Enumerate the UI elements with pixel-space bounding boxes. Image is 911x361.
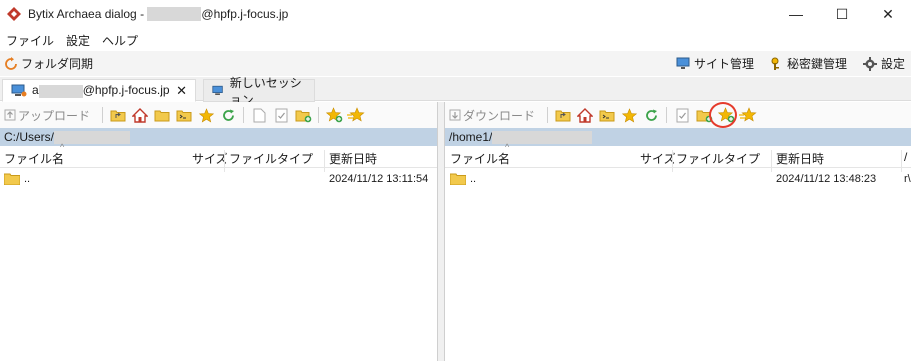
sync-icon xyxy=(5,56,17,70)
upload-label: アップロード xyxy=(18,108,91,123)
col-size[interactable]: サイズ xyxy=(640,150,676,167)
home-icon[interactable] xyxy=(131,106,149,124)
monitor-icon xyxy=(676,57,690,69)
bookmarks-icon[interactable] xyxy=(739,106,757,124)
local-path-bar[interactable]: C:/Users/ xyxy=(0,128,437,146)
local-toolbar: アップロード xyxy=(0,102,437,128)
remote-pane: ダウンロード /home1/ ^ ファイル名 サイズ ファイルタイプ 更新日時 … xyxy=(444,102,911,361)
col-name[interactable]: ファイル名 xyxy=(450,150,510,167)
col-extra[interactable]: / xyxy=(904,150,907,164)
tab-current-session[interactable]: a @hpfp.j-focus.jp ✕ xyxy=(2,79,196,102)
close-button[interactable]: ✕ xyxy=(865,0,911,28)
remote-path-text: /home1/ xyxy=(449,130,493,144)
col-modified[interactable]: 更新日時 xyxy=(329,150,377,167)
key-icon xyxy=(771,57,779,70)
row-extra: r\ xyxy=(904,173,911,185)
key-manager-label: 秘密鍵管理 xyxy=(786,57,847,71)
bookmarks-icon[interactable] xyxy=(347,106,365,124)
checklist-icon[interactable] xyxy=(673,106,691,124)
local-pane: アップロード C:/Users/ ^ ファイル名 サイズ ファイルタイプ 更新日… xyxy=(0,102,438,361)
upload-button[interactable]: アップロード xyxy=(4,107,90,124)
new-session-icon xyxy=(212,85,223,95)
local-path-text: C:/Users/ xyxy=(4,130,55,144)
toolbar-divider xyxy=(243,107,245,123)
app-logo-icon xyxy=(7,7,21,21)
session-icon xyxy=(11,84,27,96)
folder-sync-label: フォルダ同期 xyxy=(21,57,94,71)
folder-icon xyxy=(450,173,466,185)
menu-help[interactable]: ヘルプ xyxy=(96,32,144,49)
parent-folder-icon[interactable] xyxy=(554,106,572,124)
tab-session-label: a @hpfp.j-focus.jp xyxy=(32,83,170,98)
col-type[interactable]: ファイルタイプ xyxy=(676,150,760,167)
row-modified: 2024/11/12 13:48:23 xyxy=(776,173,877,185)
toolbar-divider xyxy=(102,107,104,123)
row-name: .. xyxy=(470,173,477,185)
table-row[interactable]: .. 2024/11/12 13:11:54 xyxy=(0,168,437,192)
main-toolbar: フォルダ同期 サイト管理 秘密鍵管理 設定 xyxy=(0,51,911,76)
maximize-button[interactable]: ☐ xyxy=(819,0,865,28)
row-modified: 2024/11/12 13:11:54 xyxy=(329,173,429,185)
refresh-icon[interactable] xyxy=(219,106,237,124)
row-name: .. xyxy=(24,173,31,185)
remote-column-header: ^ ファイル名 サイズ ファイルタイプ 更新日時 / xyxy=(445,142,911,172)
col-size[interactable]: サイズ xyxy=(192,150,228,167)
download-button[interactable]: ダウンロード xyxy=(449,107,535,124)
redacted-username xyxy=(38,84,83,98)
menu-file[interactable]: ファイル xyxy=(0,32,60,49)
highlight-circle xyxy=(709,102,737,128)
new-folder-icon[interactable] xyxy=(294,106,312,124)
table-row[interactable]: .. 2024/11/12 13:48:23 r\ xyxy=(445,168,911,192)
folder-icon[interactable] xyxy=(153,106,171,124)
toolbar-divider xyxy=(666,107,668,123)
upload-arrow-icon xyxy=(4,109,16,121)
folder-icon xyxy=(4,173,20,185)
site-manager-button[interactable]: サイト管理 xyxy=(676,55,754,72)
close-tab-icon[interactable]: ✕ xyxy=(176,83,187,99)
folder-sync-button[interactable]: フォルダ同期 xyxy=(4,55,93,72)
col-name[interactable]: ファイル名 xyxy=(4,150,64,167)
checklist-icon[interactable] xyxy=(272,106,290,124)
download-label: ダウンロード xyxy=(463,108,536,123)
site-manager-label: サイト管理 xyxy=(693,57,754,71)
parent-folder-icon[interactable] xyxy=(109,106,127,124)
home-icon[interactable] xyxy=(576,106,594,124)
terminal-folder-icon[interactable] xyxy=(175,106,193,124)
toolbar-divider xyxy=(318,107,320,123)
session-tab-bar: a @hpfp.j-focus.jp ✕ 新しいセッション xyxy=(0,76,911,107)
refresh-icon[interactable] xyxy=(642,106,660,124)
new-file-icon[interactable] xyxy=(250,106,268,124)
settings-label: 設定 xyxy=(880,57,905,71)
terminal-folder-icon[interactable] xyxy=(598,106,616,124)
settings-button[interactable]: 設定 xyxy=(862,55,905,72)
menu-bar: ファイル 設定 ヘルプ xyxy=(0,30,144,50)
remote-toolbar: ダウンロード xyxy=(445,102,911,128)
redacted-username xyxy=(147,7,202,22)
key-manager-button[interactable]: 秘密鍵管理 xyxy=(770,55,847,72)
col-type[interactable]: ファイルタイプ xyxy=(229,150,313,167)
remote-path-bar[interactable]: /home1/ xyxy=(445,128,911,146)
toolbar-divider xyxy=(547,107,549,123)
download-arrow-icon xyxy=(449,109,461,121)
add-bookmark-icon[interactable] xyxy=(325,106,343,124)
gear-icon xyxy=(862,56,877,71)
menu-settings[interactable]: 設定 xyxy=(60,32,96,49)
col-modified[interactable]: 更新日時 xyxy=(776,150,824,167)
star-icon[interactable] xyxy=(620,106,638,124)
window-title: Bytix Archaea dialog - @hpfp.j-focus.jp xyxy=(28,6,289,22)
tab-new-session[interactable]: 新しいセッション xyxy=(203,76,315,107)
star-icon[interactable] xyxy=(197,106,215,124)
minimize-button[interactable]: — xyxy=(773,0,819,28)
redacted-username xyxy=(54,130,131,144)
title-bar: Bytix Archaea dialog - @hpfp.j-focus.jp … xyxy=(0,0,911,28)
local-column-header: ^ ファイル名 サイズ ファイルタイプ 更新日時 xyxy=(0,142,437,172)
